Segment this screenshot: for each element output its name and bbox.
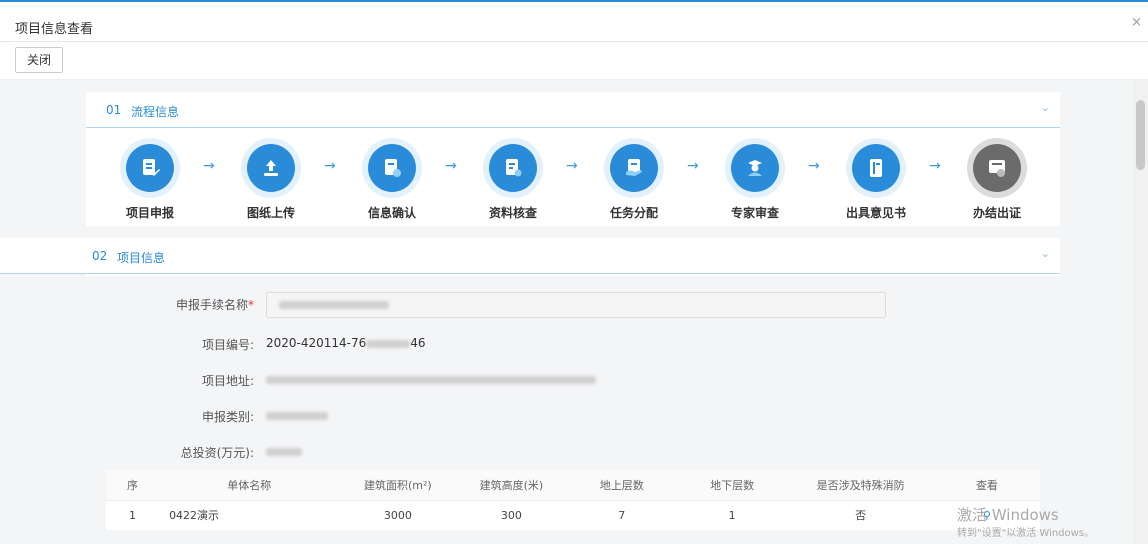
expert-icon — [731, 144, 779, 192]
step-label: 项目申报 — [125, 206, 174, 220]
form-row-investment: 总投资(万元): — [0, 436, 1133, 470]
field-label: 总投资(万元): — [180, 446, 254, 460]
column-header: 查看 — [933, 470, 1040, 500]
code-prefix: 2020-420114-76 — [266, 336, 367, 350]
field-label: 项目地址: — [201, 374, 254, 388]
step-label: 资料核查 — [488, 206, 537, 220]
project-panel-header[interactable]: 02 项目信息 ⌄ — [0, 238, 1060, 274]
step-icon-ring — [362, 138, 422, 198]
table-header-row: 序 单体名称 建筑面积(m²) 建筑高度(米) 地上层数 地下层数 是否涉及特殊… — [106, 470, 1040, 500]
upload-icon — [247, 144, 295, 192]
vertical-scrollbar[interactable] — [1133, 80, 1148, 544]
column-header: 单体名称 — [159, 470, 340, 500]
form-row-name: 申报手续名称* — [0, 276, 1133, 324]
field-label: 项目编号: — [201, 338, 254, 352]
toolbar: 关闭 — [0, 42, 1148, 80]
table-cell: 否 — [787, 499, 934, 530]
step-label: 图纸上传 — [246, 206, 295, 220]
edit-document-icon — [126, 144, 174, 192]
scrollbar-thumb[interactable] — [1136, 100, 1145, 170]
step-icon-ring — [967, 138, 1027, 198]
arrow-right-icon: → — [324, 158, 336, 174]
content-area: 01 流程信息 ⌄ 项目申报 → 图纸上传 → 信息确认 → 资料核查 → 任务… — [0, 80, 1133, 544]
section-number: 02 — [92, 249, 108, 263]
field-value — [266, 372, 596, 386]
confirm-document-icon — [368, 144, 416, 192]
redacted-value — [266, 375, 596, 384]
table-cell: 0422演示 — [159, 499, 340, 530]
unit-table: 序 单体名称 建筑面积(m²) 建筑高度(米) 地上层数 地下层数 是否涉及特殊… — [106, 470, 1040, 530]
field-value — [266, 408, 328, 422]
step-icon-ring — [241, 138, 301, 198]
column-header: 建筑面积(m²) — [339, 470, 457, 500]
section-number: 01 — [106, 103, 122, 117]
column-header: 地下层数 — [676, 470, 788, 500]
dialog-title: 项目信息查看 — [15, 22, 94, 37]
redacted-value — [366, 339, 411, 348]
code-suffix: 46 — [410, 336, 426, 350]
close-button[interactable]: 关闭 — [15, 47, 63, 73]
field-label: 申报手续名称* — [78, 296, 254, 313]
redacted-value — [266, 447, 302, 456]
step-icon-ring — [120, 138, 180, 198]
form-row-category: 申报类别: — [0, 400, 1133, 434]
required-mark: * — [248, 298, 254, 312]
arrow-right-icon: → — [445, 158, 457, 174]
table-cell: 300 — [456, 499, 567, 530]
step-icon-ring — [604, 138, 664, 198]
table-cell: 7 — [566, 499, 677, 530]
table-cell: 3000 — [339, 499, 457, 530]
column-header: 是否涉及特殊消防 — [787, 470, 934, 500]
field-value — [266, 444, 302, 458]
certificate-icon — [973, 144, 1021, 192]
field-label-text: 申报手续名称 — [175, 298, 248, 312]
step-label: 出具意见书 — [845, 206, 906, 220]
table-cell: 1 — [676, 499, 788, 530]
table-row: 1 0422演示 3000 300 7 1 否 ⚲ — [106, 499, 1040, 530]
column-header: 地上层数 — [566, 470, 677, 500]
step-icon-ring — [483, 138, 543, 198]
field-label: 申报类别: — [201, 410, 254, 424]
column-header: 序 — [106, 470, 160, 500]
chevron-down-icon[interactable]: ⌄ — [1041, 101, 1050, 114]
step-label: 任务分配 — [609, 206, 658, 220]
name-input[interactable] — [266, 292, 886, 318]
windows-activation-watermark: 激活 Windows — [957, 506, 1059, 524]
assign-task-icon — [610, 144, 658, 192]
step-label: 信息确认 — [367, 206, 416, 220]
step-icon-ring — [725, 138, 785, 198]
arrow-right-icon: → — [203, 158, 215, 174]
form-row-code: 项目编号: 2020-420114-76 46 — [0, 328, 1133, 362]
field-value: 2020-420114-76 46 — [266, 336, 426, 350]
arrow-right-icon: → — [566, 158, 578, 174]
close-icon[interactable]: × — [1131, 15, 1142, 30]
section-title: 流程信息 — [131, 105, 180, 119]
review-document-icon — [489, 144, 537, 192]
redacted-value — [279, 301, 389, 309]
column-header: 建筑高度(米) — [456, 470, 567, 500]
arrow-right-icon: → — [687, 158, 699, 174]
table-cell: 1 — [106, 499, 160, 530]
redacted-value — [266, 411, 328, 420]
step-label: 专家审查 — [730, 206, 779, 220]
arrow-right-icon: → — [808, 158, 820, 174]
section-title: 项目信息 — [117, 251, 166, 265]
book-icon — [852, 144, 900, 192]
flow-panel-header[interactable]: 01 流程信息 ⌄ — [86, 92, 1060, 128]
flow-panel: 01 流程信息 ⌄ 项目申报 → 图纸上传 → 信息确认 → 资料核查 → 任务… — [86, 92, 1060, 226]
windows-activation-hint: 转到"设置"以激活 Windows。 — [957, 528, 1095, 539]
step-icon-ring — [846, 138, 906, 198]
step-label: 办结出证 — [972, 206, 1021, 220]
arrow-right-icon: → — [929, 158, 941, 174]
form-row-address: 项目地址: — [0, 364, 1133, 398]
chevron-down-icon[interactable]: ⌄ — [1041, 247, 1050, 260]
dialog-titlebar: 项目信息查看 × — [0, 0, 1148, 42]
